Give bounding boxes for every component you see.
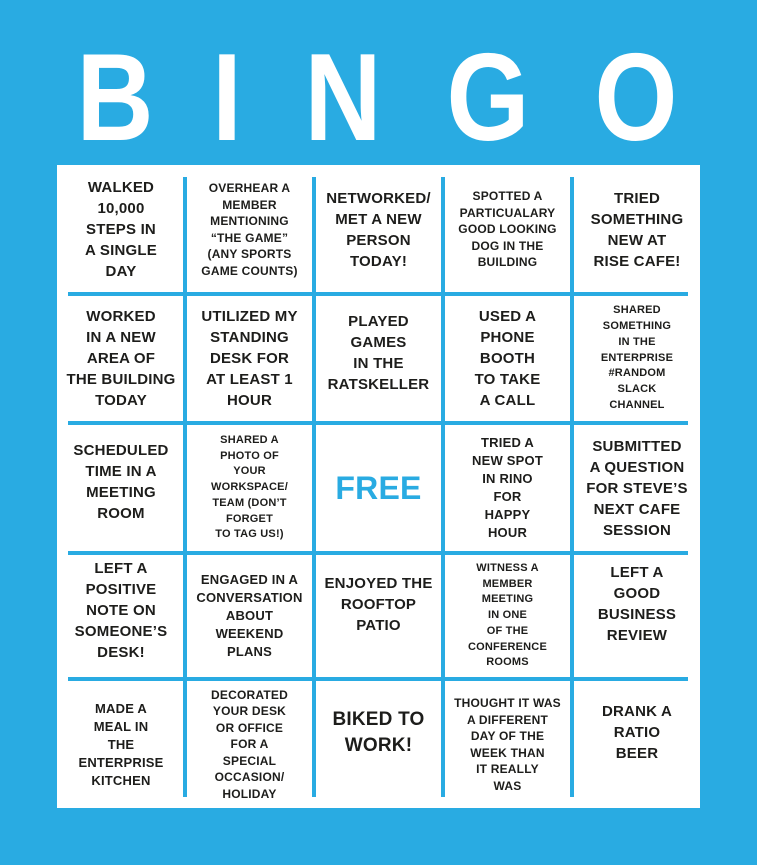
title-letter-n: N [304, 29, 382, 167]
bingo-square[interactable]: SHARED SOMETHING IN THE ENTERPRISE #RAND… [574, 296, 700, 421]
bingo-square[interactable]: MADE A MEAL IN THE ENTERPRISE KITCHEN [57, 681, 185, 808]
square-label: MADE A MEAL IN THE ENTERPRISE KITCHEN [78, 700, 164, 788]
bingo-square[interactable]: THOUGHT IT WAS A DIFFERENT DAY OF THE WE… [443, 681, 572, 808]
square-label: NETWORKED/ MET A NEW PERSON TODAY! [326, 189, 431, 270]
square-label: USED A PHONE BOOTH TO TAKE A CALL [474, 308, 541, 409]
square-label: TRIED A NEW SPOT IN RINO FOR HAPPY HOUR [472, 435, 543, 540]
bingo-square[interactable]: SHARED A PHOTO OF YOUR WORKSPACE/ TEAM (… [187, 425, 312, 551]
bingo-square[interactable]: BIKED TO WORK! [316, 681, 441, 808]
bingo-square[interactable]: TRIED A NEW SPOT IN RINO FOR HAPPY HOUR [445, 425, 570, 551]
bingo-square[interactable]: USED A PHONE BOOTH TO TAKE A CALL [445, 296, 570, 421]
bingo-square[interactable]: PLAYED GAMES IN THE RATSKELLER [316, 296, 441, 421]
bingo-square[interactable]: WALKED 10,000 STEPS IN A SINGLE DAY [57, 165, 185, 294]
bingo-card: WALKED 10,000 STEPS IN A SINGLE DAY OVER… [57, 165, 700, 808]
title-letter-o: O [594, 29, 678, 167]
bingo-square[interactable]: OVERHEAR A MEMBER MENTIONING “THE GAME” … [187, 165, 312, 294]
square-label: SPOTTED A PARTICUALARY GOOD LOOKING DOG … [458, 189, 557, 270]
title-letter-g: G [446, 29, 530, 167]
square-label: UTILIZED MY STANDING DESK FOR AT LEAST 1… [201, 308, 298, 409]
square-label: DECORATED YOUR DESK OR OFFICE FOR A SPEC… [211, 687, 288, 801]
bingo-square[interactable]: WITNESS A MEMBER MEETING IN ONE OF THE C… [445, 555, 570, 677]
free-square[interactable]: FREE [316, 425, 441, 551]
bingo-square[interactable]: SCHEDULED TIME IN A MEETING ROOM [57, 425, 185, 551]
square-label: SHARED SOMETHING IN THE ENTERPRISE #RAND… [600, 304, 674, 411]
square-label: ENGAGED IN A CONVERSATION ABOUT WEEKEND … [196, 572, 303, 659]
square-label: OVERHEAR A MEMBER MENTIONING “THE GAME” … [201, 181, 298, 278]
square-label: THOUGHT IT WAS A DIFFERENT DAY OF THE WE… [454, 696, 561, 793]
square-label: TRIED SOMETHING NEW AT RISE CAFE! [590, 189, 684, 270]
square-label: PLAYED GAMES IN THE RATSKELLER [327, 312, 430, 393]
bingo-square[interactable]: TRIED SOMETHING NEW AT RISE CAFE! [574, 165, 700, 294]
bingo-square[interactable]: NETWORKED/ MET A NEW PERSON TODAY! [316, 165, 441, 294]
square-label: WORKED IN A NEW AREA OF THE BUILDING TOD… [66, 308, 176, 409]
bingo-square[interactable]: LEFT A POSITIVE NOTE ON SOMEONE’S DESK! [57, 555, 185, 677]
square-label: LEFT A GOOD BUSINESS REVIEW [597, 564, 677, 644]
bingo-square[interactable]: UTILIZED MY STANDING DESK FOR AT LEAST 1… [187, 296, 312, 421]
square-label: WALKED 10,000 STEPS IN A SINGLE DAY [85, 179, 157, 280]
bingo-square[interactable]: LEFT A GOOD BUSINESS REVIEW [574, 555, 700, 677]
square-label: BIKED TO WORK! [332, 708, 425, 756]
square-label: SUBMITTED A QUESTION FOR STEVE’S NEXT CA… [586, 437, 688, 539]
square-label: SHARED A PHOTO OF YOUR WORKSPACE/ TEAM (… [211, 433, 288, 541]
bingo-square[interactable]: ENJOYED THE ROOFTOP PATIO [316, 555, 441, 677]
square-label: LEFT A POSITIVE NOTE ON SOMEONE’S DESK! [74, 559, 168, 661]
free-label: FREE [335, 470, 422, 506]
bingo-square[interactable]: WORKED IN A NEW AREA OF THE BUILDING TOD… [57, 296, 185, 421]
title-letter-i: I [212, 29, 242, 167]
square-label: ENJOYED THE ROOFTOP PATIO [324, 574, 433, 634]
bingo-square[interactable]: ENGAGED IN A CONVERSATION ABOUT WEEKEND … [185, 555, 314, 677]
title-letter-b: B [76, 29, 154, 167]
bingo-square[interactable]: SPOTTED A PARTICUALARY GOOD LOOKING DOG … [445, 165, 570, 294]
square-label: SCHEDULED TIME IN A MEETING ROOM [73, 442, 169, 522]
square-label: WITNESS A MEMBER MEETING IN ONE OF THE C… [467, 561, 547, 669]
bingo-square[interactable]: DRANK A RATIO BEER [574, 681, 700, 808]
square-label: DRANK A RATIO BEER [601, 703, 672, 762]
bingo-square[interactable]: DECORATED YOUR DESK OR OFFICE FOR A SPEC… [187, 681, 312, 808]
bingo-square[interactable]: SUBMITTED A QUESTION FOR STEVE’S NEXT CA… [574, 425, 700, 551]
